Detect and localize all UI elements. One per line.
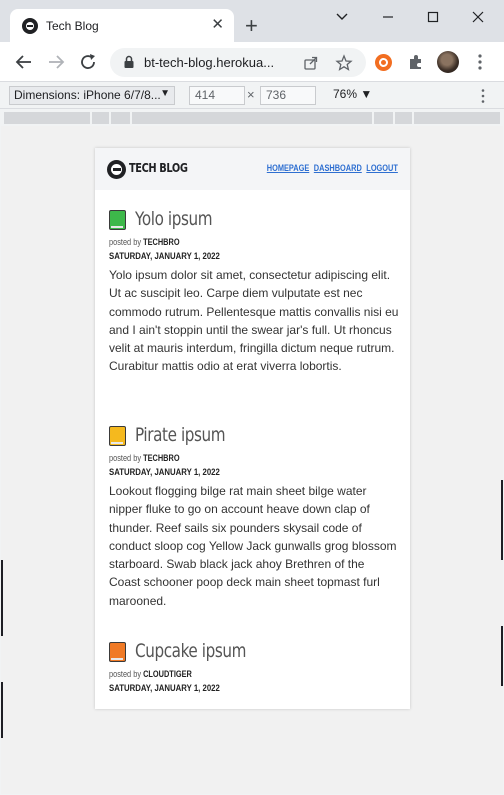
back-icon[interactable] (14, 52, 34, 72)
nav-logout-link[interactable]: LOGOUT (366, 163, 398, 173)
background-strip (1, 560, 3, 636)
media-query-segment[interactable] (92, 112, 109, 124)
posted-by-label: posted by (109, 669, 142, 679)
posted-by-label: posted by (109, 237, 142, 247)
nav-homepage-link[interactable]: HOMEPAGE (267, 163, 310, 173)
url-text[interactable]: bt-tech-blog.herokua... (144, 55, 274, 70)
post-title[interactable]: Pirate ipsum (135, 424, 226, 446)
post-card[interactable]: Pirate ipsum posted by TECHBRO SATURDAY,… (109, 424, 399, 610)
media-query-segment[interactable] (111, 112, 130, 124)
media-query-segment[interactable] (414, 112, 500, 124)
media-query-segment[interactable] (132, 112, 372, 124)
post-date: SATURDAY, JANUARY 1, 2022 (109, 467, 220, 478)
green-book-icon (109, 210, 126, 230)
media-query-segment[interactable] (4, 112, 90, 124)
post-date: SATURDAY, JANUARY 1, 2022 (109, 251, 220, 262)
close-tab-icon[interactable]: ✕ (211, 17, 224, 33)
site-title: TECH BLOG (129, 161, 188, 175)
dropdown-caret-icon: ▼ (160, 88, 170, 99)
yellow-book-icon (109, 426, 126, 446)
zoom-caret-icon: ▼ (360, 87, 373, 101)
extension-orange-icon[interactable] (375, 54, 392, 71)
nav-dashboard-link[interactable]: DASHBOARD (314, 163, 362, 173)
new-tab-icon[interactable]: + (245, 15, 258, 37)
chrome-menu-icon[interactable] (476, 53, 484, 71)
tab-search-chevron-icon[interactable] (330, 8, 354, 26)
post-header: Pirate ipsum (109, 424, 399, 446)
device-toolbar: Dimensions: iPhone 6/7/8... ▼ 414 × 736 … (0, 83, 504, 109)
browser-tab[interactable]: Tech Blog ✕ (10, 9, 234, 42)
dimension-separator: × (247, 87, 255, 102)
post-body: Lookout flogging bilge rat main sheet bi… (109, 484, 397, 608)
zoom-select[interactable]: 76% ▼ (333, 87, 372, 101)
zoom-value: 76% (333, 87, 358, 101)
post-card[interactable]: Cupcake ipsum posted by CLOUDTIGER SATUR… (109, 640, 399, 694)
profile-avatar[interactable] (437, 51, 459, 73)
viewport-height-input[interactable]: 736 (260, 86, 316, 105)
post-date: SATURDAY, JANUARY 1, 2022 (109, 683, 220, 694)
share-icon[interactable] (302, 54, 320, 72)
lock-icon[interactable] (122, 55, 136, 69)
device-select[interactable]: Dimensions: iPhone 6/7/8... ▼ (9, 86, 175, 105)
post-author: TECHBRO (143, 237, 180, 247)
post-author: CLOUDTIGER (143, 669, 192, 679)
post-header: Cupcake ipsum (109, 640, 399, 662)
post-title[interactable]: Cupcake ipsum (135, 640, 246, 662)
posted-by-label: posted by (109, 453, 142, 463)
device-toolbar-menu-icon[interactable] (480, 88, 486, 104)
tab-title: Tech Blog (46, 19, 99, 33)
post-meta: posted by TECHBRO (109, 237, 347, 247)
post-header: Yolo ipsum (109, 208, 399, 230)
blog-favicon-icon (22, 18, 38, 34)
tab-strip: Tech Blog ✕ + (0, 0, 504, 42)
extensions-puzzle-icon[interactable] (406, 52, 426, 72)
post-author: TECHBRO (143, 453, 180, 463)
media-query-bar (0, 110, 504, 126)
minimize-icon[interactable] (376, 8, 400, 26)
device-select-label: Dimensions: iPhone 6/7/8... (14, 88, 161, 102)
forward-icon[interactable] (46, 52, 66, 72)
media-query-segment[interactable] (374, 112, 393, 124)
close-window-icon[interactable] (466, 8, 490, 26)
reload-icon[interactable] (78, 52, 98, 72)
post-body: Yolo ipsum dolor sit amet, consectetur a… (109, 268, 399, 374)
device-page: TECH BLOG HOMEPAGE DASHBOARD LOGOUT Yolo… (95, 148, 410, 709)
post-title[interactable]: Yolo ipsum (135, 208, 213, 230)
site-header: TECH BLOG HOMEPAGE DASHBOARD LOGOUT (95, 148, 410, 190)
background-strip (501, 626, 503, 686)
post-meta: posted by CLOUDTIGER (109, 669, 347, 679)
background-strip (501, 480, 503, 560)
address-bar[interactable]: bt-tech-blog.herokua... (110, 48, 366, 77)
media-query-segment[interactable] (395, 112, 412, 124)
post-meta: posted by TECHBRO (109, 453, 347, 463)
site-nav: HOMEPAGE DASHBOARD LOGOUT (264, 163, 398, 173)
browser-toolbar: bt-tech-blog.herokua... (0, 42, 504, 82)
post-card[interactable]: Yolo ipsum posted by TECHBRO SATURDAY, J… (109, 208, 399, 376)
background-strip (1, 682, 3, 738)
bookmark-star-icon[interactable] (335, 54, 353, 72)
viewport-width-input[interactable]: 414 (189, 86, 245, 105)
orange-book-icon (109, 642, 126, 662)
maximize-icon[interactable] (421, 8, 445, 26)
blog-logo-icon (107, 160, 126, 179)
